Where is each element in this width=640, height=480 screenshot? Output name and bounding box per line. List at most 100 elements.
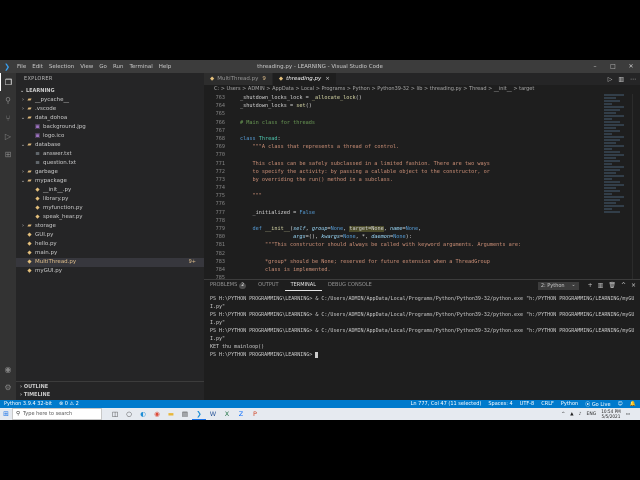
- settings-gear-icon[interactable]: ⚙: [0, 378, 16, 396]
- code-line[interactable]: 768 class Thread:: [204, 135, 604, 143]
- notification-center-icon[interactable]: ▭: [626, 412, 630, 417]
- code-line[interactable]: 781 """This constructor should always be…: [204, 241, 604, 249]
- zalo-icon[interactable]: Z: [234, 408, 248, 420]
- encoding[interactable]: UTF-8: [520, 401, 535, 407]
- maximize-icon[interactable]: □: [604, 60, 622, 73]
- menu-go[interactable]: Go: [96, 64, 110, 70]
- menu-terminal[interactable]: Terminal: [126, 64, 155, 70]
- file-item[interactable]: ◆ library.py: [16, 195, 204, 204]
- code-line[interactable]: 767: [204, 127, 604, 135]
- file-item[interactable]: ▣ background.jpg: [16, 123, 204, 132]
- word-icon[interactable]: W: [206, 408, 220, 420]
- language-mode[interactable]: Python: [561, 401, 578, 407]
- code-line[interactable]: 772 to specify the activity: by passing …: [204, 168, 604, 176]
- workspace-section[interactable]: ⌄ LEARNING: [16, 86, 204, 96]
- explorer-icon[interactable]: ❐: [0, 73, 16, 91]
- menu-view[interactable]: View: [77, 64, 96, 70]
- code-line[interactable]: 763 _shutdown_locks_lock = _allocate_lock…: [204, 94, 604, 102]
- store-icon[interactable]: ▤: [178, 408, 192, 420]
- code-line[interactable]: 769 """A class that represents a thread …: [204, 143, 604, 151]
- go-live-button[interactable]: ⦿ Go Live: [585, 401, 610, 408]
- tab-debug-console[interactable]: DEBUG CONSOLE: [322, 280, 378, 291]
- code-line[interactable]: 774: [204, 184, 604, 192]
- split-editor-icon[interactable]: ▥: [618, 76, 624, 83]
- breadcrumb[interactable]: C: > Users > ADMIN > AppData > Local > P…: [204, 85, 640, 94]
- menu-edit[interactable]: Edit: [29, 64, 46, 70]
- more-actions-icon[interactable]: ⋯: [630, 76, 636, 83]
- clock[interactable]: 10:54 PM 5/5/2021: [601, 409, 621, 419]
- network-icon[interactable]: ▲: [570, 412, 573, 417]
- windows-start-icon[interactable]: ⊞: [0, 408, 12, 420]
- chrome-icon[interactable]: ◉: [150, 408, 164, 420]
- file-item[interactable]: ◆ hello.py: [16, 240, 204, 249]
- file-item[interactable]: ≡ question.txt: [16, 159, 204, 168]
- task-view-icon[interactable]: ◫: [108, 408, 122, 420]
- extensions-icon[interactable]: ⊞: [0, 145, 16, 163]
- menu-file[interactable]: File: [14, 64, 29, 70]
- folder-item[interactable]: › ▰ garbage: [16, 168, 204, 177]
- menu-run[interactable]: Run: [110, 64, 127, 70]
- tab-threading[interactable]: ◆ threading.py ×: [272, 73, 337, 85]
- code-line[interactable]: 782: [204, 250, 604, 258]
- powerpoint-icon[interactable]: P: [248, 408, 262, 420]
- file-item[interactable]: ◆ __init__.py: [16, 186, 204, 195]
- folder-item[interactable]: ⌄ ▰ database: [16, 141, 204, 150]
- code-line[interactable]: 770: [204, 151, 604, 159]
- file-item[interactable]: ◆ main.py: [16, 249, 204, 258]
- editor-scrollbar[interactable]: [632, 94, 640, 279]
- source-control-icon[interactable]: ⑂: [0, 109, 16, 127]
- run-debug-icon[interactable]: ▷: [0, 127, 16, 145]
- tab-output[interactable]: OUTPUT: [252, 280, 284, 291]
- vscode-taskbar-icon[interactable]: ❯: [192, 408, 206, 420]
- indentation[interactable]: Spaces: 4: [488, 401, 512, 407]
- code-line[interactable]: 778: [204, 217, 604, 225]
- terminal-select[interactable]: 2: Python: [537, 281, 579, 290]
- code-line[interactable]: 775 """: [204, 192, 604, 200]
- close-tab-icon[interactable]: ×: [325, 73, 330, 85]
- code-line[interactable]: 777 _initialized = False: [204, 209, 604, 217]
- problems-indicator[interactable]: ⊗ 0 ⚠ 2: [59, 401, 79, 407]
- account-icon[interactable]: ◉: [0, 360, 16, 378]
- tab-problems[interactable]: PROBLEMS 2: [204, 280, 252, 291]
- code-line[interactable]: 783 *group* should be None; reserved for…: [204, 258, 604, 266]
- file-item[interactable]: ≡ answer.txt: [16, 150, 204, 159]
- terminal-output[interactable]: PS H:\PYTHON PROGRAMMING\LEARNING> & C:/…: [204, 291, 640, 363]
- feedback-icon[interactable]: ☺: [618, 401, 623, 407]
- line-endings[interactable]: CRLF: [541, 401, 554, 407]
- run-file-icon[interactable]: ▷: [608, 76, 613, 83]
- outline-section[interactable]: › OUTLINE: [16, 381, 204, 391]
- folder-item[interactable]: ⌄ ▰ data_dohoa: [16, 114, 204, 123]
- folder-item[interactable]: › ▰ __pycache__: [16, 96, 204, 105]
- search-icon[interactable]: ⚲: [0, 91, 16, 109]
- file-item[interactable]: ◆ GUI.py: [16, 231, 204, 240]
- file-item[interactable]: ◆ myfunction.py: [16, 204, 204, 213]
- new-terminal-icon[interactable]: +: [588, 282, 593, 289]
- python-interpreter[interactable]: Python 3.9.4 32-bit: [4, 401, 52, 407]
- close-panel-icon[interactable]: ×: [631, 282, 636, 289]
- input-language[interactable]: ENG: [586, 412, 596, 417]
- menu-help[interactable]: Help: [156, 64, 175, 70]
- code-line[interactable]: 771 This class can be safely subclassed …: [204, 160, 604, 168]
- menu-selection[interactable]: Selection: [46, 64, 77, 70]
- code-line[interactable]: 765: [204, 110, 604, 118]
- file-item[interactable]: ◆ MultiThread.py 9+: [16, 258, 204, 267]
- code-line[interactable]: 779 def __init__(self, group=None, targe…: [204, 225, 604, 233]
- notifications-bell-icon[interactable]: 🔔: [630, 401, 636, 407]
- file-item[interactable]: ◆ myGUI.py: [16, 267, 204, 276]
- timeline-section[interactable]: › TIMELINE: [16, 391, 204, 400]
- cortana-icon[interactable]: ○: [122, 408, 136, 420]
- code-editor[interactable]: 763 _shutdown_locks_lock = _allocate_lock…: [204, 94, 604, 279]
- maximize-panel-icon[interactable]: ^: [621, 282, 626, 289]
- folder-item[interactable]: ⌄ ▰ mypackage: [16, 177, 204, 186]
- edge-icon[interactable]: ◐: [136, 408, 150, 420]
- file-item[interactable]: ▣ logo.ico: [16, 132, 204, 141]
- code-line[interactable]: 784 class is implemented.: [204, 266, 604, 274]
- excel-icon[interactable]: X: [220, 408, 234, 420]
- code-line[interactable]: 764 _shutdown_locks = set(): [204, 102, 604, 110]
- code-line[interactable]: 773 by overriding the run() method in a …: [204, 176, 604, 184]
- minimize-icon[interactable]: –: [586, 60, 604, 73]
- code-line[interactable]: 766 # Main class for threads: [204, 119, 604, 127]
- folder-item[interactable]: › ▰ storage: [16, 222, 204, 231]
- code-line[interactable]: 776: [204, 200, 604, 208]
- folder-item[interactable]: › ▰ .vscode: [16, 105, 204, 114]
